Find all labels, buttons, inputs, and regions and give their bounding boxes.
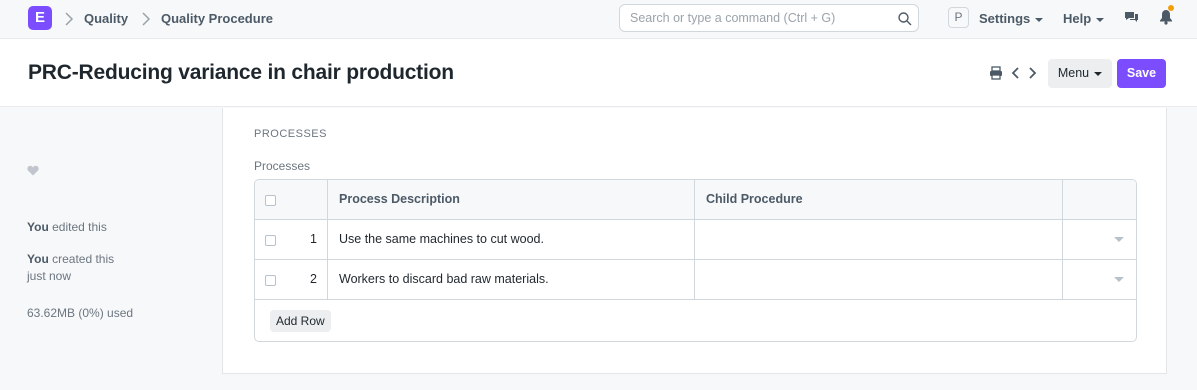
breadcrumb-quality-procedure[interactable]: Quality Procedure [161,11,273,26]
user-avatar[interactable]: P [948,7,969,28]
edited-text: edited this [48,220,107,234]
process-description-value: Use the same machines to cut wood. [339,232,544,246]
settings-label: Settings [979,11,1031,26]
process-description-cell[interactable]: Workers to discard bad raw materials. [328,260,695,300]
save-button[interactable]: Save [1117,59,1166,88]
add-row-button[interactable]: Add Row [270,310,331,332]
notification-dot [1168,5,1174,11]
edited-actor: You [27,220,49,234]
caret-down-icon[interactable] [1114,237,1124,242]
row-checkbox[interactable] [265,275,276,286]
menu-button[interactable]: Menu [1048,59,1112,88]
chevron-left-icon[interactable] [1011,66,1021,80]
heart-icon[interactable] [27,165,39,176]
row-actions-cell[interactable] [1063,260,1136,300]
search-placeholder: Search or type a command (Ctrl + G) [630,11,836,25]
row-index: 2 [310,272,317,286]
child-procedure-cell[interactable] [695,220,1063,260]
table-row[interactable]: 2 Workers to discard bad raw materials. [255,260,1136,300]
chevron-right-icon [142,12,151,26]
settings-dropdown[interactable]: Settings [979,11,1044,26]
created-actor: You [27,252,49,266]
caret-down-icon [1035,17,1044,22]
navbar: E Quality Quality Procedure Search or ty… [0,0,1197,39]
created-text: created this [48,252,115,266]
actions-header-cell [1063,180,1136,220]
row-index: 1 [310,232,317,246]
chat-icon[interactable] [1124,10,1139,25]
processes-table: Process Description Child Procedure 1 Us… [254,179,1137,342]
table-row[interactable]: 1 Use the same machines to cut wood. [255,220,1136,260]
search-input[interactable]: Search or type a command (Ctrl + G) [619,4,919,32]
chevron-right-icon [65,12,74,26]
edited-activity: You edited this [27,219,107,236]
breadcrumb-quality[interactable]: Quality [84,11,128,26]
caret-down-icon [1094,71,1103,76]
row-select-cell: 2 [255,260,328,300]
app-logo[interactable]: E [28,6,52,30]
page-header: PRC-Reducing variance in chair productio… [0,39,1197,107]
processes-label: Processes [254,159,311,173]
row-checkbox[interactable] [265,235,276,246]
storage-usage: 63.62MB (0%) used [27,306,134,320]
process-description-cell[interactable]: Use the same machines to cut wood. [328,220,695,260]
print-icon[interactable] [989,66,1003,80]
row-actions-cell[interactable] [1063,220,1136,260]
created-activity: You created this just now [27,251,114,285]
caret-down-icon [1096,17,1105,22]
select-all-cell [255,180,328,220]
table-header-row: Process Description Child Procedure [255,180,1136,220]
created-time: just now [27,269,72,283]
process-description-value: Workers to discard bad raw materials. [339,272,549,286]
column-header-label: Process Description [339,192,460,206]
form-card: PROCESSES Processes Process Description … [222,108,1167,374]
chevron-right-icon[interactable] [1027,66,1037,80]
section-title: PROCESSES [254,128,327,140]
child-procedure-cell[interactable] [695,260,1063,300]
help-dropdown[interactable]: Help [1063,11,1105,26]
help-label: Help [1063,11,1092,26]
row-select-cell: 1 [255,220,328,260]
page-title: PRC-Reducing variance in chair productio… [28,61,454,84]
search-icon [898,12,912,26]
bell-icon[interactable] [1159,9,1173,25]
column-header-process-description: Process Description [328,180,695,220]
menu-label: Menu [1057,66,1090,80]
select-all-checkbox[interactable] [265,195,276,206]
caret-down-icon[interactable] [1114,277,1124,282]
column-header-label: Child Procedure [706,192,803,206]
column-header-child-procedure: Child Procedure [695,180,1063,220]
